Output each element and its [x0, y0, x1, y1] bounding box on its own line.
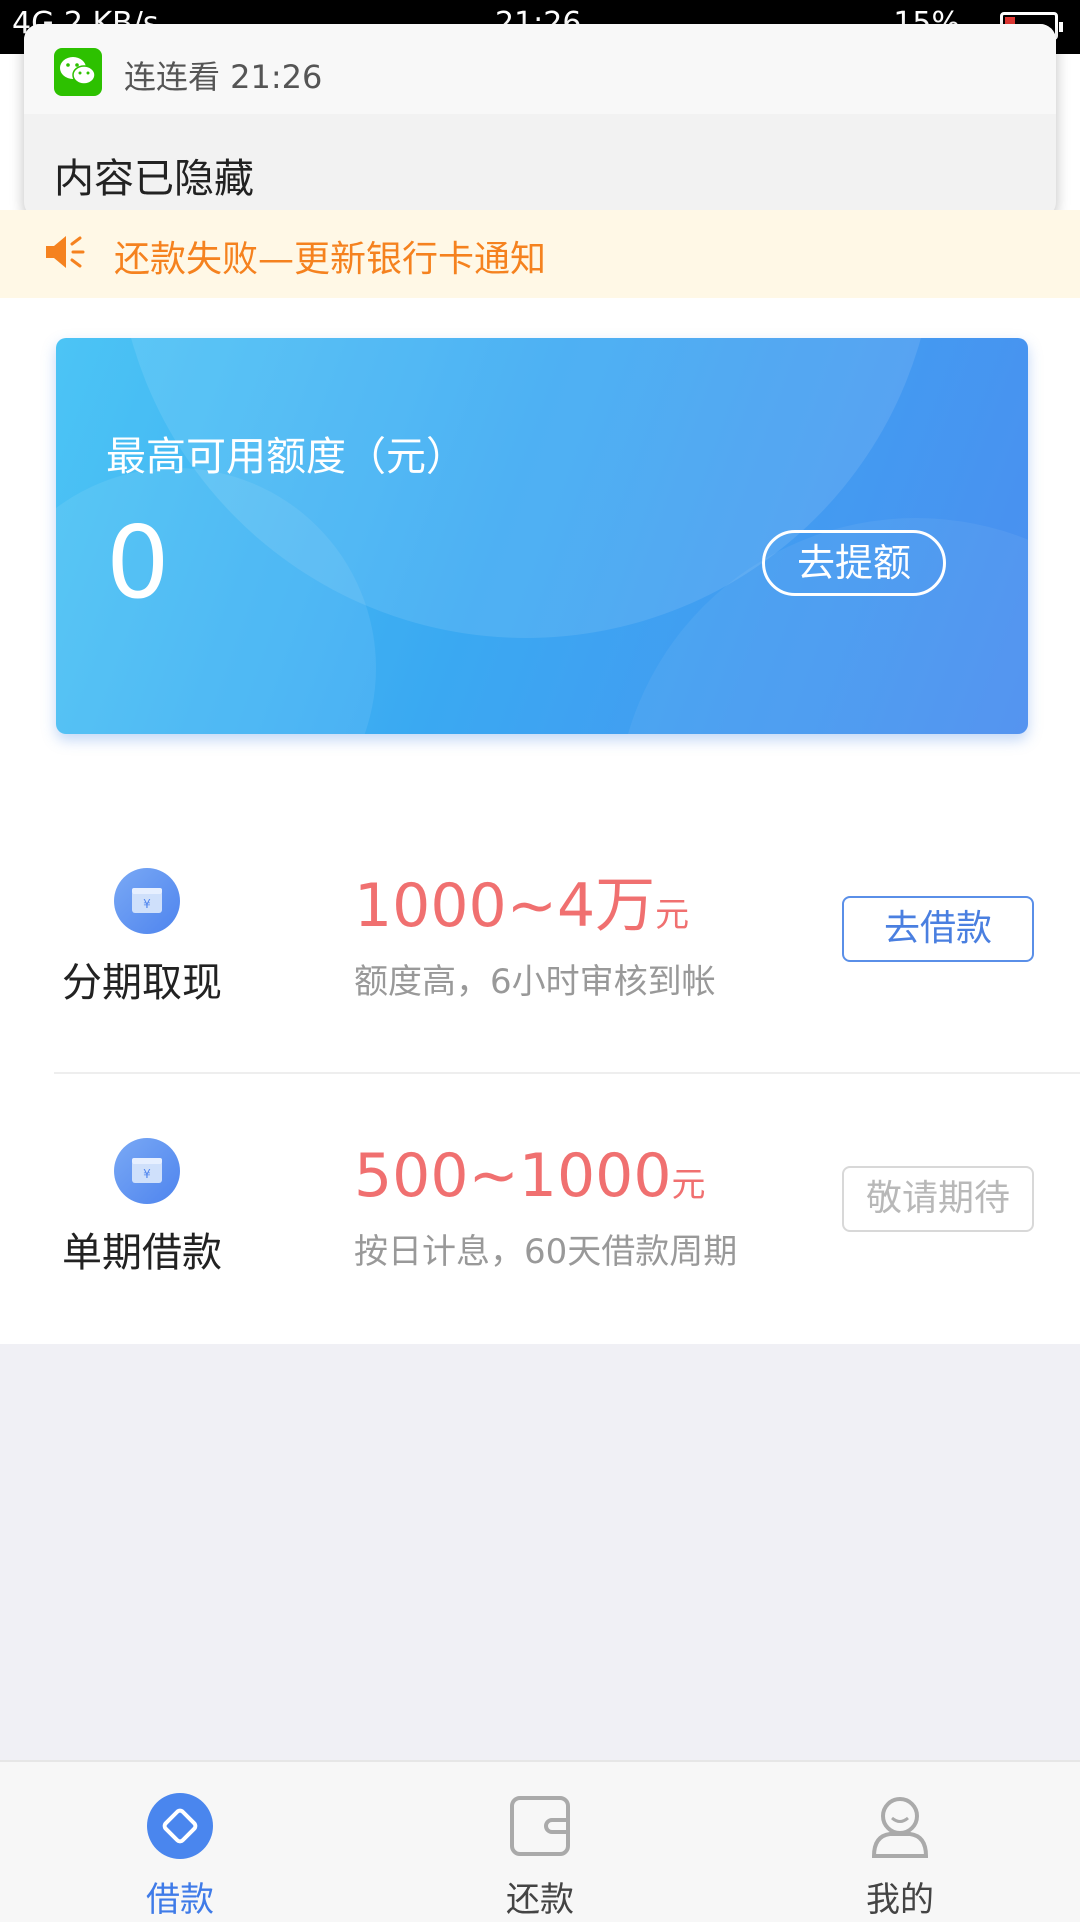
raise-limit-button[interactable]: 去提额 [762, 530, 946, 596]
nav-label: 我的 [866, 1880, 934, 1920]
product-row-single: ¥ 单期借款 500~1000元 按日计息，60天借款周期 敬请期待 [0, 1126, 1080, 1356]
credit-limit-card: 最高可用额度（元） 0 去提额 [56, 338, 1028, 734]
notice-bar[interactable]: 还款失败—更新银行卡通知 [0, 210, 1080, 298]
product-name: 分期取现 [62, 960, 222, 1006]
divider [54, 1072, 1080, 1074]
product-description: 按日计息，60天借款周期 [354, 1232, 738, 1272]
wechat-icon [54, 48, 102, 96]
product-range: 500~1000元 [354, 1141, 706, 1211]
svg-text:¥: ¥ [143, 897, 151, 911]
user-icon [866, 1792, 934, 1860]
loan-icon [146, 1792, 214, 1860]
wallet-icon [506, 1792, 574, 1860]
yuan-wallet-icon: ¥ [114, 1138, 180, 1204]
credit-limit-label: 最高可用额度（元） [106, 434, 466, 480]
credit-limit-amount: 0 [106, 504, 170, 621]
nav-label: 借款 [146, 1880, 214, 1920]
borrow-button[interactable]: 去借款 [842, 896, 1034, 962]
bottom-nav: 借款 还款 我的 [0, 1760, 1080, 1922]
notification-title: 连连看 21:26 [124, 58, 323, 96]
nav-item-repay[interactable]: 还款 [360, 1762, 720, 1922]
notice-text: 还款失败—更新银行卡通知 [114, 239, 547, 280]
product-range: 1000~4万元 [354, 871, 690, 941]
svg-text:¥: ¥ [143, 1167, 151, 1181]
empty-area [0, 1344, 1080, 1760]
nav-item-mine[interactable]: 我的 [720, 1762, 1080, 1922]
notification-banner[interactable]: 连连看 21:26 内容已隐藏 [24, 24, 1056, 218]
nav-item-loan[interactable]: 借款 [0, 1762, 360, 1922]
product-description: 额度高，6小时审核到帐 [354, 962, 716, 1002]
speaker-icon [44, 232, 88, 276]
notification-body: 内容已隐藏 [54, 156, 254, 202]
product-row-installment: ¥ 分期取现 1000~4万元 额度高，6小时审核到帐 去借款 [0, 856, 1080, 1086]
yuan-wallet-icon: ¥ [114, 868, 180, 934]
product-name: 单期借款 [62, 1230, 222, 1276]
nav-label: 还款 [506, 1880, 574, 1920]
coming-soon-button: 敬请期待 [842, 1166, 1034, 1232]
